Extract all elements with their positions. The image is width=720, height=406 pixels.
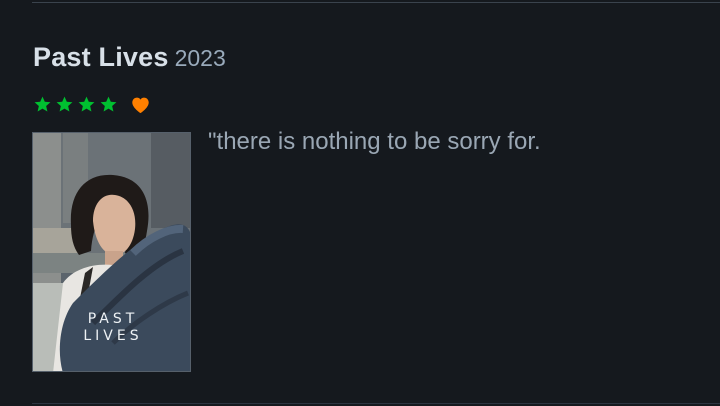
poster-title-line1: PAST <box>87 311 139 327</box>
film-heading: Past Lives 2023 <box>33 42 226 73</box>
bottom-divider <box>32 403 720 404</box>
top-divider <box>32 2 720 3</box>
star-icon <box>33 95 52 114</box>
film-year-link[interactable]: 2023 <box>175 45 226 72</box>
poster-title-line2: LIVES <box>83 328 143 344</box>
star-icon <box>77 95 96 114</box>
star-icon <box>99 95 118 114</box>
heart-icon <box>130 95 151 114</box>
film-poster[interactable]: PAST LIVES <box>32 132 191 372</box>
star-icon <box>55 95 74 114</box>
review-entry: Past Lives 2023 PAST LIVES "there is not… <box>0 0 720 406</box>
rating-row <box>33 93 151 115</box>
review-body: "there is nothing to be sorry for. <box>208 128 541 155</box>
star-rating <box>33 95 118 114</box>
poster-title: PAST LIVES <box>33 311 190 345</box>
film-title-link[interactable]: Past Lives <box>33 42 169 73</box>
